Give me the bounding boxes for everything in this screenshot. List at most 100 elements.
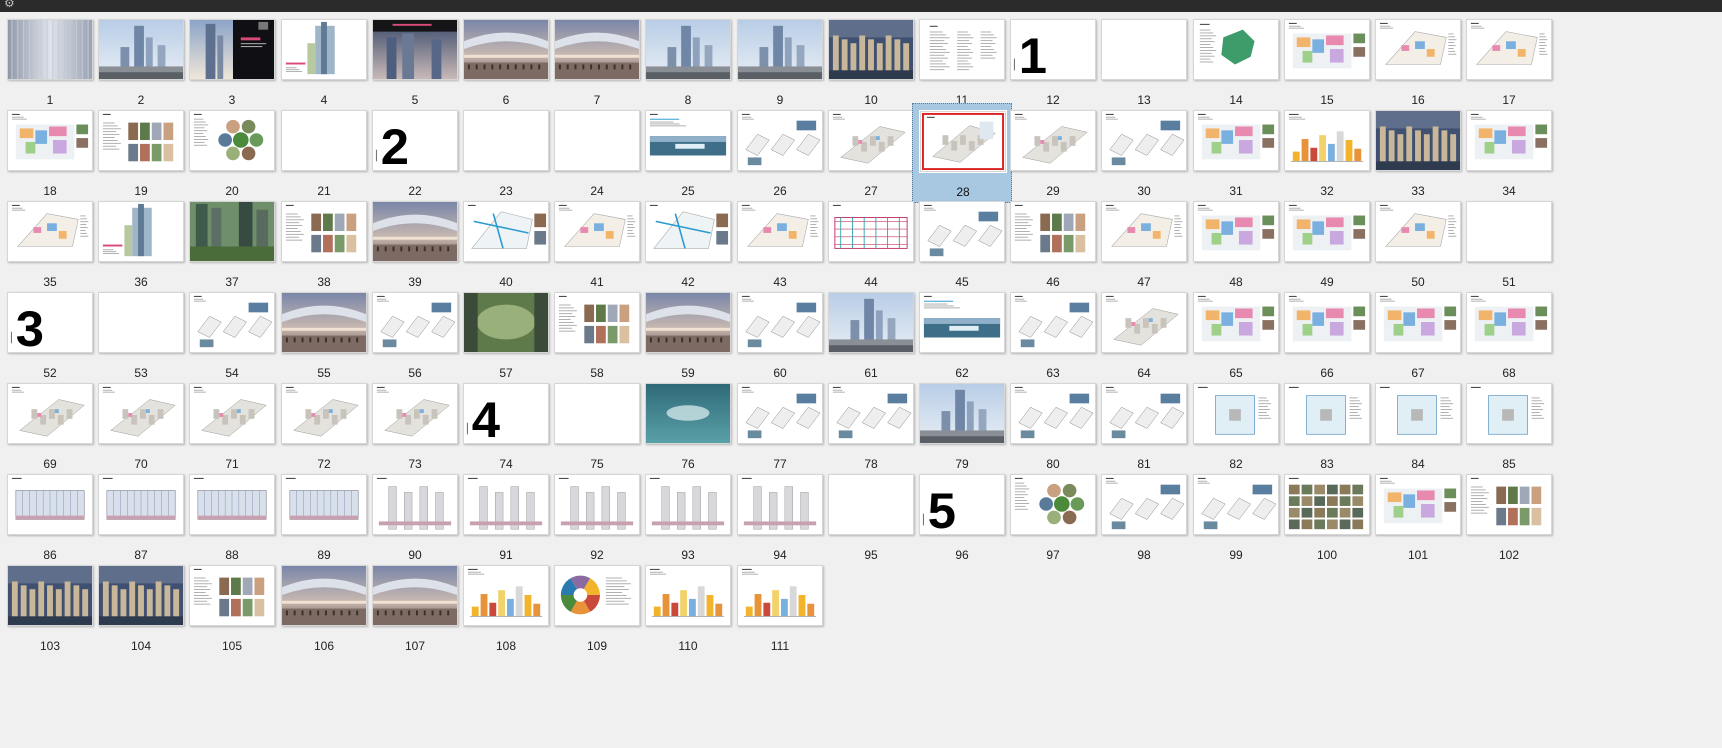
page-preview[interactable]	[737, 565, 823, 626]
page-preview[interactable]	[645, 565, 731, 626]
page-preview[interactable]	[1466, 474, 1552, 535]
page-thumbnail[interactable]: 1 12	[1003, 12, 1103, 112]
page-thumbnail[interactable]: 46	[1003, 194, 1103, 294]
page-thumbnail[interactable]: 90	[365, 467, 465, 567]
page-thumbnail[interactable]: 87	[91, 467, 191, 567]
page-preview[interactable]	[1284, 474, 1370, 535]
page-preview[interactable]	[7, 110, 93, 171]
page-thumbnail[interactable]: 27	[821, 103, 921, 203]
page-preview[interactable]	[1284, 383, 1370, 444]
page-thumbnail[interactable]: 85	[1459, 376, 1559, 476]
page-preview[interactable]	[463, 201, 549, 262]
page-preview[interactable]	[919, 201, 1005, 262]
page-preview[interactable]	[1193, 201, 1279, 262]
page-thumbnail[interactable]: 94	[730, 467, 830, 567]
page-thumbnail[interactable]: 7	[547, 12, 647, 112]
page-thumbnail[interactable]: 69	[0, 376, 100, 476]
page-preview[interactable]	[1101, 292, 1187, 353]
page-thumbnail[interactable]: 109	[547, 558, 647, 658]
page-thumbnail[interactable]: 82	[1186, 376, 1286, 476]
page-thumbnail[interactable]: 6	[456, 12, 556, 112]
page-preview[interactable]	[463, 565, 549, 626]
page-thumbnail[interactable]: 13	[1094, 12, 1194, 112]
page-thumbnail[interactable]: 47	[1094, 194, 1194, 294]
page-preview[interactable]	[7, 201, 93, 262]
page-preview[interactable]	[828, 292, 914, 353]
page-thumbnail[interactable]: 49	[1277, 194, 1377, 294]
page-preview[interactable]	[737, 474, 823, 535]
page-preview[interactable]	[281, 292, 367, 353]
page-thumbnail[interactable]: 15	[1277, 12, 1377, 112]
page-preview[interactable]	[1101, 19, 1187, 80]
page-preview[interactable]	[737, 201, 823, 262]
page-preview[interactable]	[98, 292, 184, 353]
page-preview[interactable]	[372, 292, 458, 353]
page-preview[interactable]	[281, 565, 367, 626]
page-preview[interactable]	[554, 474, 640, 535]
page-thumbnail[interactable]: 102	[1459, 467, 1559, 567]
page-preview[interactable]	[372, 474, 458, 535]
page-thumbnail[interactable]: 37	[182, 194, 282, 294]
page-thumbnail[interactable]: 86	[0, 467, 100, 567]
page-thumbnail[interactable]: 55	[274, 285, 374, 385]
page-thumbnail[interactable]: 70	[91, 376, 191, 476]
page-thumbnail[interactable]: 30	[1094, 103, 1194, 203]
page-thumbnail[interactable]: 14	[1186, 12, 1286, 112]
page-preview[interactable]	[645, 474, 731, 535]
page-preview[interactable]	[1101, 201, 1187, 262]
page-preview[interactable]	[919, 292, 1005, 353]
page-thumbnail[interactable]: 73	[365, 376, 465, 476]
page-preview[interactable]	[463, 110, 549, 171]
page-preview[interactable]	[281, 383, 367, 444]
page-thumbnail[interactable]: 68	[1459, 285, 1559, 385]
page-thumbnail[interactable]: 63	[1003, 285, 1103, 385]
page-thumbnail[interactable]: 79	[912, 376, 1012, 476]
page-preview[interactable]: 1	[1010, 19, 1096, 80]
page-thumbnail[interactable]: 64	[1094, 285, 1194, 385]
page-preview[interactable]	[828, 201, 914, 262]
page-thumbnail[interactable]: 38	[274, 194, 374, 294]
page-preview[interactable]	[372, 19, 458, 80]
page-preview[interactable]	[1466, 201, 1552, 262]
page-thumbnail[interactable]: 2	[91, 12, 191, 112]
page-thumbnail[interactable]: 11	[912, 12, 1012, 112]
page-preview[interactable]	[372, 383, 458, 444]
page-thumbnail[interactable]: 92	[547, 467, 647, 567]
page-preview[interactable]	[189, 201, 275, 262]
page-preview[interactable]	[189, 383, 275, 444]
page-preview[interactable]	[189, 19, 275, 80]
page-thumbnail[interactable]: 29	[1003, 103, 1103, 203]
page-thumbnail[interactable]: 99	[1186, 467, 1286, 567]
page-preview[interactable]: 2	[372, 110, 458, 171]
page-preview[interactable]	[1193, 110, 1279, 171]
page-preview[interactable]	[98, 383, 184, 444]
page-thumbnail[interactable]: 58	[547, 285, 647, 385]
page-thumbnail[interactable]: 77	[730, 376, 830, 476]
page-thumbnail[interactable]: 80	[1003, 376, 1103, 476]
page-thumbnail[interactable]: 97	[1003, 467, 1103, 567]
page-preview[interactable]	[645, 110, 731, 171]
page-preview[interactable]	[828, 383, 914, 444]
page-preview[interactable]	[1284, 292, 1370, 353]
page-preview[interactable]	[7, 383, 93, 444]
page-preview[interactable]	[1466, 110, 1552, 171]
page-preview[interactable]	[1284, 19, 1370, 80]
page-preview[interactable]	[189, 292, 275, 353]
page-thumbnail[interactable]: 108	[456, 558, 556, 658]
page-thumbnail[interactable]: 4 74	[456, 376, 556, 476]
page-thumbnail[interactable]: 41	[547, 194, 647, 294]
page-preview[interactable]	[828, 110, 914, 171]
page-thumbnail[interactable]: 21	[274, 103, 374, 203]
page-preview[interactable]	[1466, 19, 1552, 80]
page-preview[interactable]	[98, 19, 184, 80]
page-preview[interactable]	[1193, 292, 1279, 353]
page-preview[interactable]	[1375, 201, 1461, 262]
page-thumbnail[interactable]: 4	[274, 12, 374, 112]
page-thumbnail[interactable]: 71	[182, 376, 282, 476]
page-preview[interactable]	[463, 19, 549, 80]
page-thumbnail[interactable]: 75	[547, 376, 647, 476]
page-thumbnail[interactable]: 32	[1277, 103, 1377, 203]
page-preview[interactable]	[828, 474, 914, 535]
page-thumbnail[interactable]: 56	[365, 285, 465, 385]
page-preview[interactable]	[645, 19, 731, 80]
